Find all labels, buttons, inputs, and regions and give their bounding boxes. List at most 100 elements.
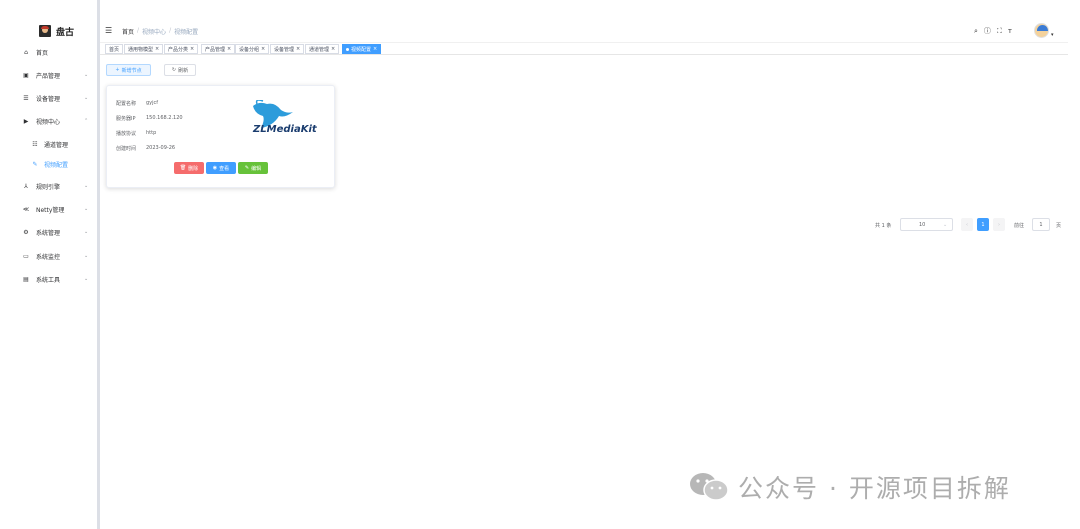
field-value: gyjcf [146,100,159,106]
sidebar-item-label: 规则引擎 [36,183,61,191]
sidebar-item[interactable]: ⅄ 规则引擎 ⌄ [0,179,97,193]
refresh-button[interactable]: ↻ 刷新 [164,64,196,76]
sidebar-item[interactable]: ☷ 通道管理 [0,137,97,151]
add-node-label: 新增节点 [121,67,142,74]
zlmediakit-logo: ZLMediaKit [252,100,318,135]
sidebar-divider [97,0,100,529]
sidebar-item-label: 产品管理 [36,72,61,80]
wechat-icon [690,473,729,501]
font-size-icon[interactable]: т [1008,27,1012,35]
chevron-down-icon: ⌄ [84,276,89,282]
chip-icon: ▣ [23,71,29,79]
delete-button[interactable]: 🗑 删除 [174,162,204,174]
breadcrumb-separator: / [137,27,140,34]
field-server-ip: 服务器IP 150.168.2.120 [116,115,183,122]
tab-tag[interactable]: 设备分组 × [235,44,270,54]
sidebar-item[interactable]: ▭ 系统监控 ⌄ [0,249,97,263]
sidebar-item[interactable]: ☰ 设备管理 ⌄ [0,91,97,105]
tab-tag-label: 设备管理 [274,46,295,53]
edit-label: 编辑 [251,165,262,172]
close-icon[interactable]: × [296,46,300,52]
breadcrumb: 首页 / 视频中心 / 视频配置 [122,27,198,36]
sidebar-item-label: 通道管理 [44,141,69,149]
view-button[interactable]: ◉ 查看 [206,162,236,174]
tab-tag[interactable]: 首页 [105,44,124,54]
tab-tag[interactable]: 视频配置 × [342,44,382,54]
sidebar-item[interactable]: ✎ 视频配置 [0,157,97,171]
media-server-card: 配置名称 gyjcf 服务器IP 150.168.2.120 播放协议 http… [106,85,335,188]
list-icon: ☰ [23,94,29,102]
view-label: 查看 [219,165,230,172]
tab-tag-label: 通道管理 [309,46,330,53]
prev-page-button[interactable]: ‹ [961,218,973,231]
sidebar-item[interactable]: ≪ Netty管理 ⌄ [0,202,97,216]
trash-icon: 🗑 [179,165,187,171]
tab-tag[interactable]: 设备管理 × [270,44,305,54]
close-icon[interactable]: × [155,46,159,52]
sidebar-item[interactable]: ▣ 产品管理 ⌄ [0,68,97,82]
fullscreen-icon[interactable]: ⛶ [997,27,1002,36]
field-value: http [146,130,157,136]
sidebar-item[interactable]: ▤ 系统工具 ⌄ [0,272,97,286]
tab-tag[interactable]: 通道管理 × [305,44,340,54]
field-created-time: 创建时间 2023-09-26 [116,145,175,152]
hamburger-icon[interactable]: ☰ [105,26,112,35]
field-label: 配置名称 [116,101,137,107]
tags-view: 首页 通用物模型 × 产品分类 × 产品管理 × 设备分组 × 设备管理 × 通道管理 × 视频配置 × [100,42,1068,55]
sidebar-item[interactable]: ▶ 视频中心 ⌃ [0,114,97,128]
close-icon[interactable]: × [261,46,265,52]
app-title: 盘古 [56,27,75,38]
sidebar-item-label: 系统工具 [36,276,61,284]
page-size-select[interactable]: 10 ⌄ [900,218,953,231]
tab-tag-label: 通用物模型 [128,46,154,53]
sidebar: 盘古 ⌂ 首页 ▣ 产品管理 ⌄ ☰ 设备管理 ⌄ ▶ 视频中心 ⌃ ☷ 通道管理 ✎ 视频配置 ⅄ 规则引擎 ⌄… [0,0,97,529]
sidebar-item[interactable]: ⌂ 首页 [0,45,97,59]
add-node-button[interactable]: + 新增节点 [106,64,151,76]
page-number-current[interactable]: 1 [977,218,989,231]
settings-list-icon: ☷ [32,140,38,148]
search-icon[interactable]: ⌕ [974,27,978,36]
field-config-name: 配置名称 gyjcf [116,100,158,107]
chevron-down-icon: ⌄ [84,206,89,212]
tab-tag-label: 产品分类 [168,46,189,53]
breadcrumb-separator: / [169,27,172,34]
sidebar-item[interactable]: ⚙ 系统管理 ⌄ [0,225,97,239]
watermark-text: 公众号 · 开源项目拆解 [738,474,1011,503]
field-label: 创建时间 [116,146,137,152]
tab-tag[interactable]: 通用物模型 × [124,44,164,54]
chevron-down-icon: ⌄ [84,183,89,189]
close-icon[interactable]: × [227,46,231,52]
delete-label: 删除 [188,165,199,172]
next-page-button[interactable]: › [993,218,1005,231]
avatar[interactable] [1034,23,1049,38]
close-icon[interactable]: × [190,46,194,52]
sidebar-item-label: 视频中心 [36,118,61,126]
close-icon[interactable]: × [331,46,335,52]
breadcrumb-home[interactable]: 首页 [122,27,134,36]
chevron-down-icon: ⌄ [84,229,89,235]
watermark: 公众号 · 开源项目拆解 [688,470,1011,504]
chevron-down-icon: ⌄ [943,222,948,228]
goto-page-input[interactable]: 1 [1032,218,1050,231]
refresh-icon: ↻ [171,67,177,73]
field-label: 服务器IP [116,116,136,122]
goto-unit: 页 [1056,223,1062,229]
eye-icon: ◉ [212,165,218,171]
home-icon: ⌂ [24,48,28,56]
flow-icon: ⅄ [24,182,28,190]
tools-icon: ▤ [23,275,29,283]
tab-tag[interactable]: 产品分类 × [164,44,199,54]
edit-button[interactable]: ✎ 编辑 [238,162,268,174]
caret-down-icon[interactable]: ▾ [1051,32,1054,38]
pagination-total: 共 1 条 [875,223,892,229]
monitor-icon: ▭ [23,252,29,260]
tab-tag[interactable]: 产品管理 × [201,44,236,54]
video-icon: ▶ [23,117,29,125]
app-logo[interactable]: 盘古 [39,25,75,38]
close-icon[interactable]: × [373,46,377,52]
sidebar-item-label: 视频配置 [44,161,69,169]
breadcrumb-section: 视频中心 [142,29,167,36]
help-icon[interactable]: ⓘ [984,26,991,36]
card-actions: 🗑 删除 ◉ 查看 ✎ 编辑 [174,162,270,174]
logo-text: ZLMediaKit [252,124,318,135]
